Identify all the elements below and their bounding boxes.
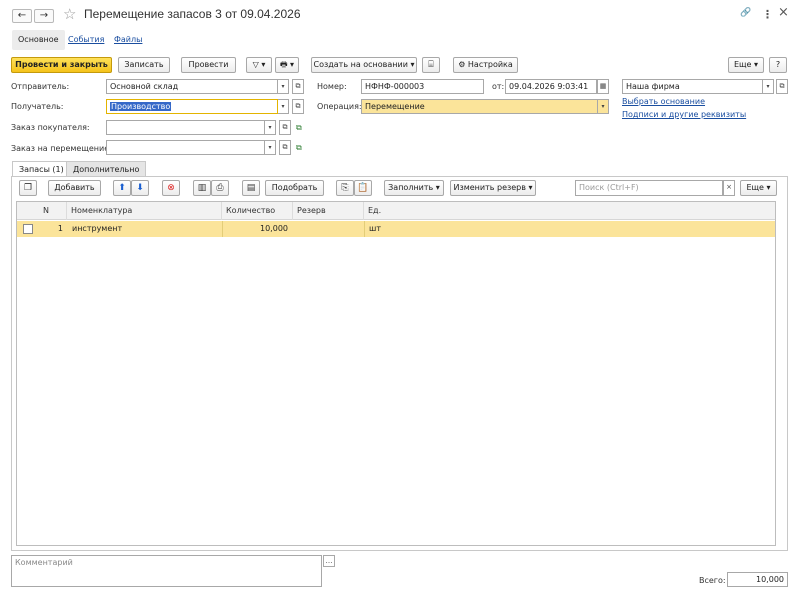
select-base-link[interactable]: Выбрать основание	[622, 97, 705, 106]
gear-icon: ⚙	[458, 60, 468, 69]
create-based-on-button[interactable]: Создать на основании ▾	[311, 57, 417, 73]
receiver-field[interactable]: Производство	[106, 99, 278, 114]
back-button[interactable]: ←	[12, 9, 32, 23]
tab-main[interactable]: Основное	[12, 30, 65, 50]
fill-button[interactable]: Заполнить ▾	[384, 180, 444, 196]
table-header: N Номенклатура Количество Резерв Ед.	[17, 202, 775, 220]
arrow-left-icon: ←	[17, 10, 27, 21]
link-document-icon[interactable]: ⧉	[296, 123, 306, 133]
sender-label: Отправитель:	[11, 82, 70, 91]
total-label: Всего:	[699, 576, 726, 585]
search-input[interactable]: Поиск (Ctrl+F)	[575, 180, 723, 196]
more-menu-icon[interactable]: ⋮	[762, 8, 773, 21]
close-icon[interactable]: ×	[778, 5, 789, 20]
tab-files[interactable]: Файлы	[114, 30, 142, 50]
arrow-right-icon: →	[39, 10, 49, 21]
print-dropdown-button[interactable]: 🖶 ▾	[275, 57, 299, 73]
company-dropdown[interactable]: ▾	[763, 79, 774, 94]
transfer-order-label: Заказ на перемещение:	[11, 144, 112, 153]
tab-additional[interactable]: Дополнительно	[66, 161, 147, 177]
copy-icon[interactable]: ⎘	[336, 180, 354, 196]
row-quantity[interactable]: 10,000	[222, 221, 288, 237]
filter-icon: ▽ ▾	[252, 60, 266, 69]
column-header-reserve[interactable]: Резерв	[293, 202, 364, 220]
customer-order-open-button[interactable]: ⧉	[279, 120, 291, 135]
post-button[interactable]: Провести	[181, 57, 236, 73]
sender-open-button[interactable]: ⧉	[292, 79, 304, 94]
printer-icon: 🖶 ▾	[279, 60, 295, 69]
move-up-icon[interactable]: ⬆	[113, 180, 131, 196]
pick-button[interactable]: Подобрать	[265, 180, 324, 196]
structure-icon[interactable]: ⌸	[422, 57, 440, 73]
scanner-icon[interactable]: ⎙	[211, 180, 229, 196]
save-button[interactable]: Записать	[118, 57, 170, 73]
calculator-icon[interactable]: ▤	[242, 180, 260, 196]
row-number: 1	[57, 224, 63, 233]
customer-order-field[interactable]	[106, 120, 265, 135]
column-header-quantity[interactable]: Количество	[222, 202, 293, 220]
copy-rows-icon[interactable]: ❐	[19, 180, 37, 196]
company-open-button[interactable]: ⧉	[776, 79, 788, 94]
favorite-star-icon[interactable]: ☆	[63, 5, 76, 23]
company-field[interactable]: Наша фирма	[622, 79, 763, 94]
change-reserve-button[interactable]: Изменить резерв ▾	[450, 180, 536, 196]
transfer-order-open-button[interactable]: ⧉	[279, 140, 291, 155]
barcode-icon[interactable]: ▥	[193, 180, 211, 196]
row-divider	[364, 221, 365, 237]
post-and-close-button[interactable]: Провести и закрыть	[11, 57, 112, 73]
operation-dropdown[interactable]: ▾	[598, 99, 609, 114]
delete-row-icon[interactable]: ⊗	[162, 180, 180, 196]
calendar-icon[interactable]: ▦	[597, 79, 609, 94]
signatures-link[interactable]: Подписи и другие реквизиты	[622, 110, 746, 119]
customer-order-dropdown[interactable]: ▾	[265, 120, 276, 135]
total-field: 10,000	[727, 572, 788, 587]
comment-field[interactable]: Комментарий	[11, 555, 322, 587]
sender-field[interactable]: Основной склад	[106, 79, 278, 94]
column-header-item[interactable]: Номенклатура	[67, 202, 222, 220]
column-header-unit[interactable]: Ед.	[364, 202, 775, 220]
forward-button[interactable]: →	[34, 9, 54, 23]
receiver-label: Получатель:	[11, 102, 64, 111]
move-down-icon[interactable]: ⬇	[131, 180, 149, 196]
transfer-order-field[interactable]	[106, 140, 265, 155]
filter-dropdown-button[interactable]: ▽ ▾	[246, 57, 272, 73]
table-row[interactable]: 1 инструмент 10,000 шт	[17, 221, 775, 237]
number-label: Номер:	[317, 82, 347, 91]
date-label: от:	[492, 82, 505, 91]
column-header-n[interactable]: N	[39, 202, 67, 220]
row-checkbox[interactable]	[23, 224, 33, 234]
customer-order-label: Заказ покупателя:	[11, 123, 90, 132]
row-item[interactable]: инструмент	[72, 221, 222, 237]
operation-label: Операция:	[317, 102, 362, 111]
link-icon[interactable]: 🔗	[740, 8, 751, 18]
receiver-dropdown[interactable]: ▾	[278, 99, 289, 114]
transfer-order-dropdown[interactable]: ▾	[265, 140, 276, 155]
table-more-button[interactable]: Еще ▾	[740, 180, 777, 196]
comment-expand-button[interactable]: …	[323, 555, 335, 567]
row-divider	[222, 221, 223, 237]
tab-events[interactable]: События	[68, 30, 104, 50]
tab-stocks[interactable]: Запасы (1)	[12, 161, 71, 177]
settings-button[interactable]: ⚙ Настройка	[453, 57, 518, 73]
number-field[interactable]: НФНФ-000003	[361, 79, 484, 94]
help-button[interactable]: ?	[769, 57, 787, 73]
items-table[interactable]: N Номенклатура Количество Резерв Ед. 1 и…	[16, 201, 776, 546]
date-field[interactable]: 09.04.2026 9:03:41	[505, 79, 597, 94]
add-row-button[interactable]: Добавить	[48, 180, 101, 196]
more-button[interactable]: Еще ▾	[728, 57, 764, 73]
link-document-icon[interactable]: ⧉	[296, 143, 306, 153]
receiver-open-button[interactable]: ⧉	[292, 99, 304, 114]
window-title: Перемещение запасов 3 от 09.04.2026	[84, 7, 301, 21]
operation-field[interactable]: Перемещение	[361, 99, 598, 114]
row-unit[interactable]: шт	[369, 221, 429, 237]
clear-search-icon[interactable]: ×	[723, 180, 735, 196]
row-reserve[interactable]	[297, 221, 357, 237]
sender-dropdown[interactable]: ▾	[278, 79, 289, 94]
paste-icon[interactable]: 📋	[354, 180, 372, 196]
